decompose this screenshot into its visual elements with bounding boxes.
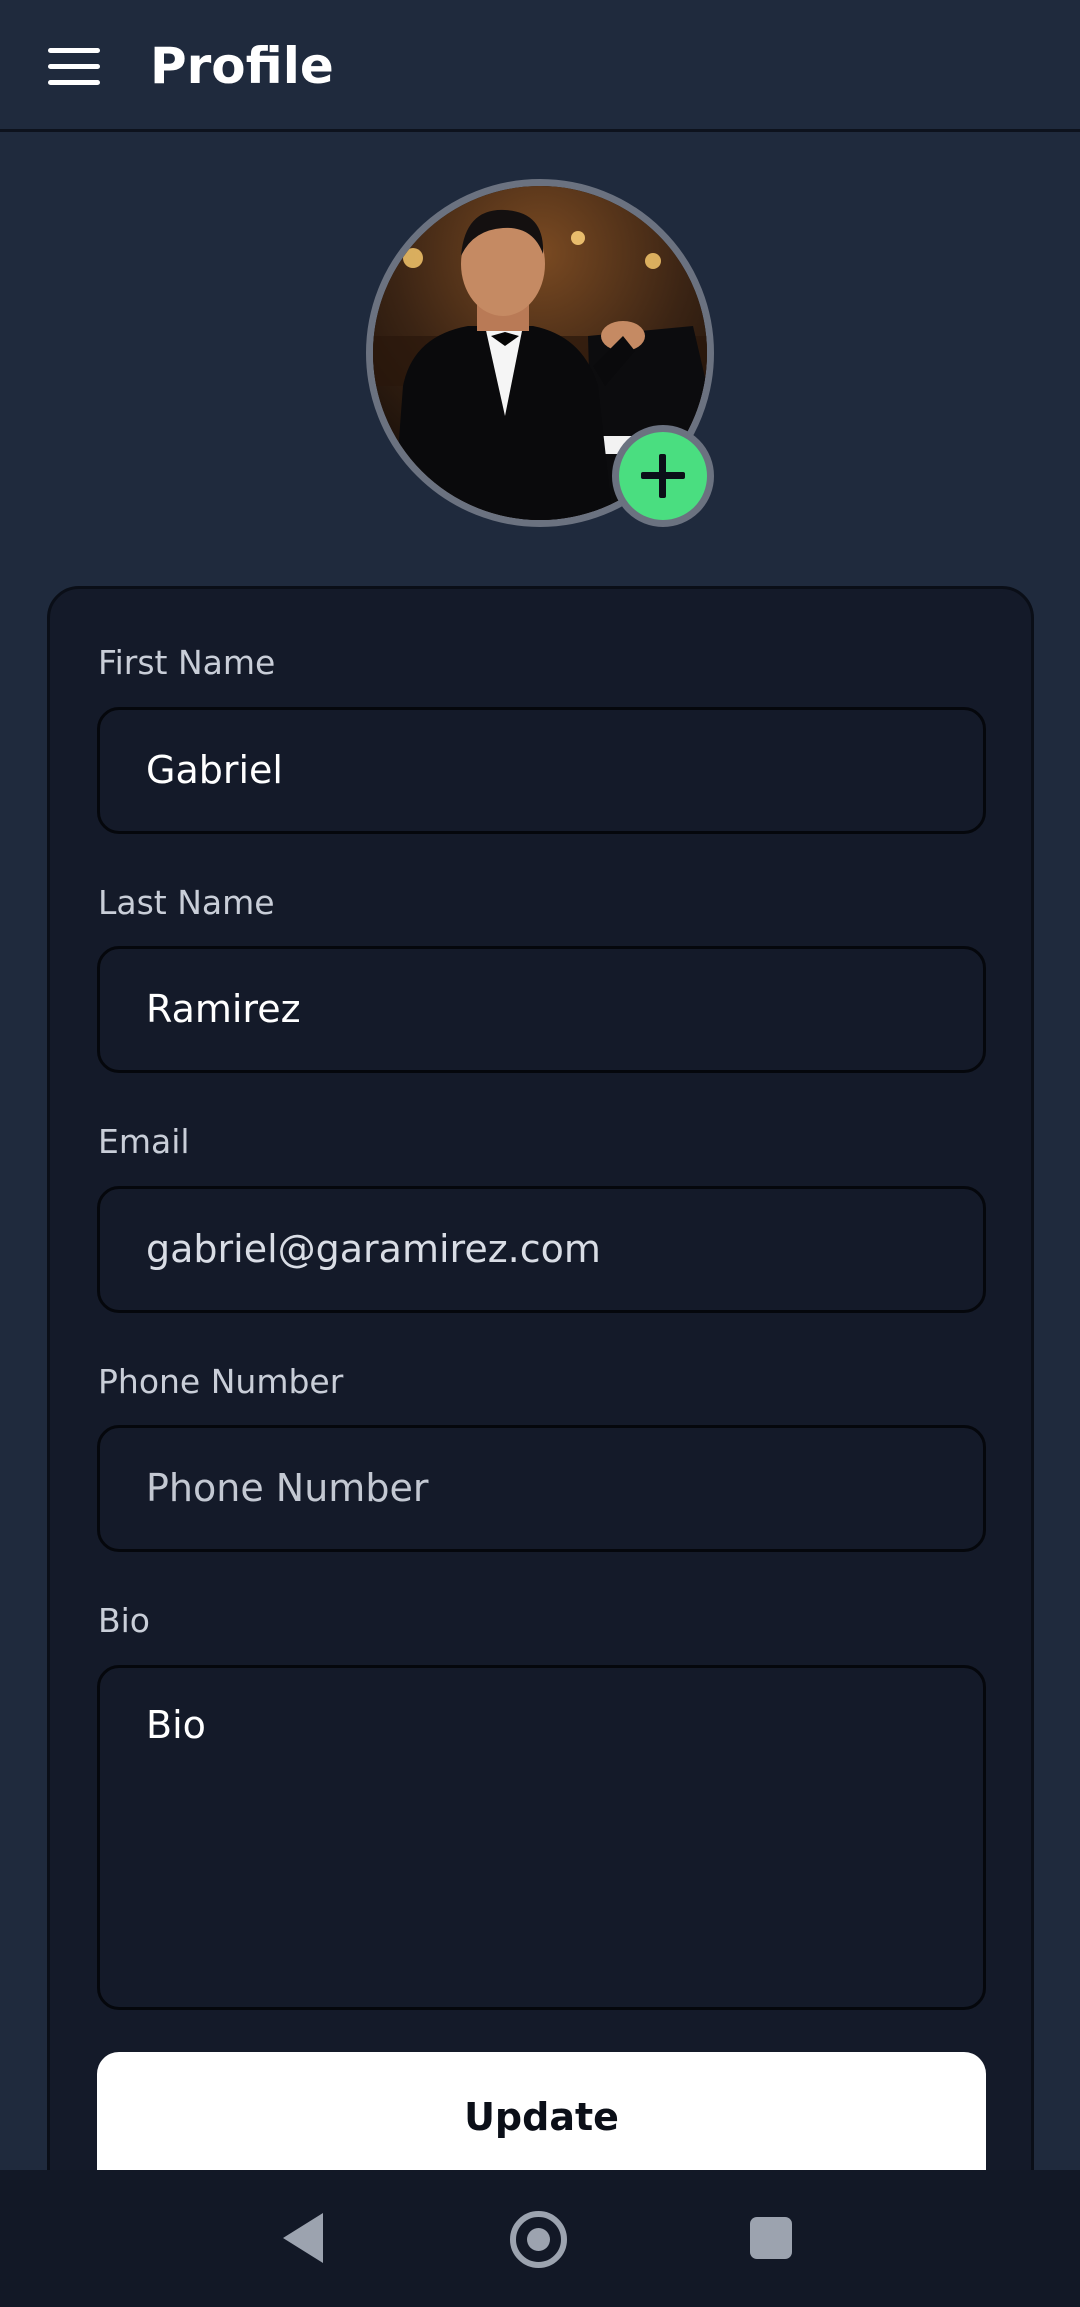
phone-number-placeholder: Phone Number — [146, 1466, 429, 1510]
first-name-field[interactable]: Gabriel — [97, 707, 986, 834]
last-name-label: Last Name — [98, 883, 275, 922]
phone-number-label: Phone Number — [98, 1362, 344, 1401]
phone-number-field[interactable]: Phone Number — [97, 1425, 986, 1552]
last-name-value: Ramirez — [146, 987, 301, 1031]
menu-bar-top — [48, 48, 100, 53]
bio-placeholder: Bio — [146, 1703, 206, 1747]
avatar-section — [366, 179, 714, 527]
profile-form: First Name Gabriel Last Name Ramirez Ema… — [47, 586, 1034, 2307]
last-name-field[interactable]: Ramirez — [97, 946, 986, 1073]
menu-bar-middle — [48, 64, 100, 69]
home-dot — [527, 2228, 550, 2251]
page-title: Profile — [150, 37, 334, 95]
menu-bar-bottom — [48, 80, 100, 85]
add-photo-button[interactable] — [612, 425, 714, 527]
home-circle-icon[interactable] — [510, 2211, 567, 2268]
email-field[interactable]: gabriel@garamirez.com — [97, 1186, 986, 1313]
system-nav-bar — [0, 2170, 1080, 2307]
first-name-label: First Name — [98, 643, 276, 682]
back-triangle-icon[interactable] — [283, 2213, 323, 2263]
profile-screen: Profile First Name Gabriel Last Name Ram… — [0, 0, 1080, 2307]
recents-square-icon[interactable] — [750, 2217, 792, 2259]
email-value: gabriel@garamirez.com — [146, 1227, 601, 1271]
bio-textarea[interactable]: Bio — [97, 1665, 986, 2010]
first-name-value: Gabriel — [146, 748, 283, 792]
hamburger-menu-icon[interactable] — [32, 36, 116, 98]
bio-label: Bio — [98, 1601, 150, 1640]
app-header: Profile — [0, 0, 1080, 132]
email-label: Email — [98, 1122, 190, 1161]
plus-icon-vertical — [659, 454, 666, 498]
